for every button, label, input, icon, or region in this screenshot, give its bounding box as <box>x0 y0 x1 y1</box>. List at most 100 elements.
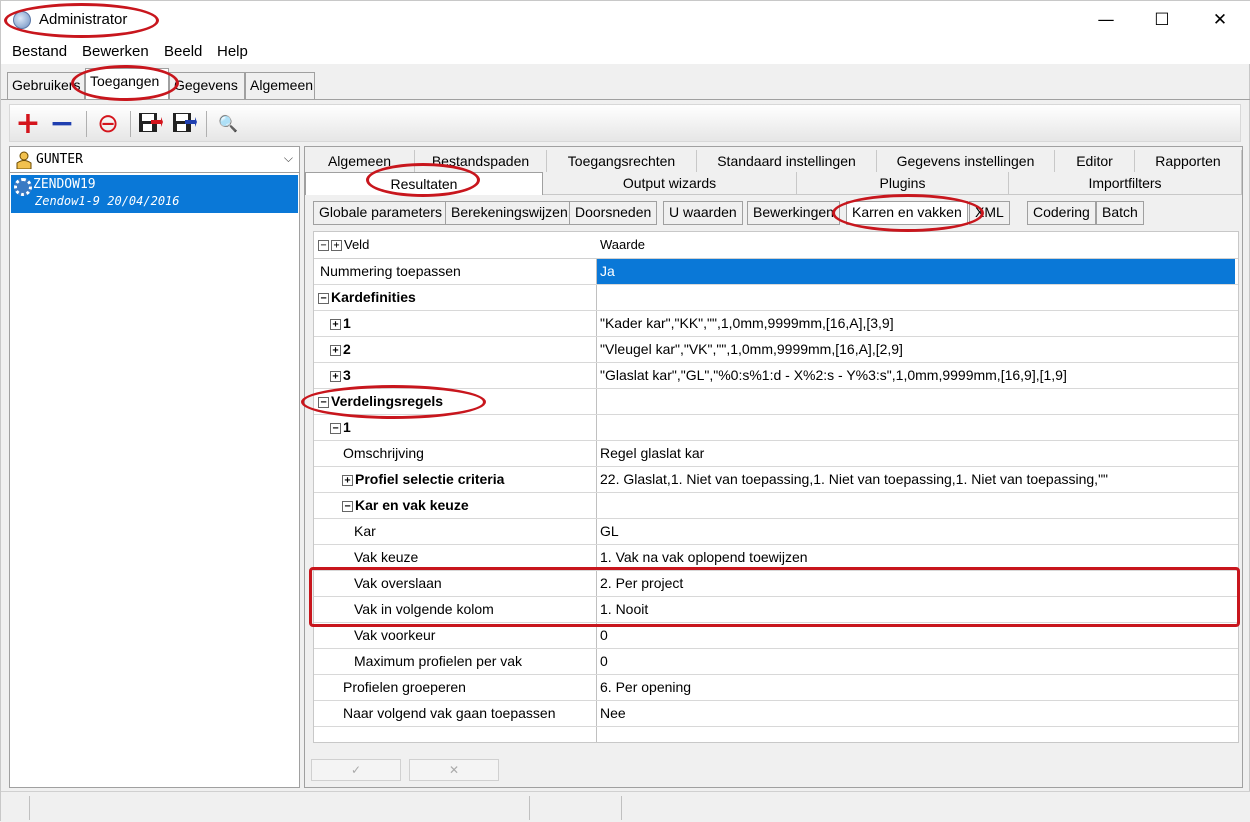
grid-row[interactable]: Profielen groeperen 6. Per opening <box>314 675 1238 701</box>
window-title: Administrator <box>39 11 128 28</box>
search-icon[interactable]: 🔍 <box>214 110 242 138</box>
subtab-doorsneden[interactable]: Doorsneden <box>569 201 658 225</box>
expand-icon[interactable]: + <box>330 344 341 356</box>
minimize-button[interactable]: — <box>1083 5 1129 35</box>
tab-resultaten[interactable]: Resultaten <box>305 172 543 195</box>
save-blue-icon[interactable] <box>170 110 198 138</box>
row-label: Nummering toepassen <box>320 263 461 279</box>
row-value[interactable]: "Vleugel kar","VK","",1,0mm,9999mm,[16,A… <box>600 337 1238 362</box>
tab-gebruikers[interactable]: Gebruikers <box>7 72 85 99</box>
menu-bestand[interactable]: Bestand <box>12 43 67 60</box>
tab-gegevens-instellingen[interactable]: Gegevens instellingen <box>877 150 1055 173</box>
menu-beeld[interactable]: Beeld <box>164 43 202 60</box>
row-value[interactable]: Nee <box>600 701 1238 726</box>
row-value[interactable]: "Kader kar","KK","",1,0mm,9999mm,[16,A],… <box>600 311 1238 336</box>
close-button[interactable]: ✕ <box>1197 5 1243 35</box>
grid-row[interactable]: Naar volgend vak gaan toepassen Nee <box>314 701 1238 727</box>
collapse-icon[interactable]: − <box>318 292 329 304</box>
grid-row[interactable]: Vak in volgende kolom 1. Nooit <box>314 597 1238 623</box>
tab-standaard-instellingen[interactable]: Standaard instellingen <box>697 150 877 173</box>
grid-row[interactable]: +1 "Kader kar","KK","",1,0mm,9999mm,[16,… <box>314 311 1238 337</box>
tab-importfilters[interactable]: Importfilters <box>1009 172 1242 195</box>
expand-icon[interactable]: + <box>342 474 353 486</box>
collapse-all-icon[interactable]: − <box>318 240 329 252</box>
row-label: Omschrijving <box>343 445 424 461</box>
row-value[interactable] <box>600 493 1238 518</box>
chevron-down-icon[interactable]: ⌵ <box>284 151 293 166</box>
tab-rapporten[interactable]: Rapporten <box>1135 150 1242 173</box>
tab-output-wizards[interactable]: Output wizards <box>543 172 797 195</box>
subtab-karren-en-vakken[interactable]: Karren en vakken <box>846 201 968 225</box>
tab-toegangsrechten[interactable]: Toegangsrechten <box>547 150 697 173</box>
row-value[interactable]: 6. Per opening <box>600 675 1238 700</box>
cancel-button[interactable]: ✕ <box>409 759 499 781</box>
menu-help[interactable]: Help <box>217 43 248 60</box>
row-value[interactable]: 22. Glaslat,1. Niet van toepassing,1. Ni… <box>600 467 1238 492</box>
grid-row[interactable]: − Verdelingsregels <box>314 389 1238 415</box>
collapse-icon[interactable]: − <box>342 500 353 512</box>
row-value[interactable]: "Glaslat kar","GL","%0:s%1:d - X%2:s - Y… <box>600 363 1238 388</box>
row-value[interactable]: 0 <box>600 623 1238 648</box>
grid-row[interactable]: − Kardefinities <box>314 285 1238 311</box>
property-grid: − + Veld Waarde Nummering toepassen Ja − Ka… <box>313 231 1239 743</box>
subtab-globale-parameters[interactable]: Globale parameters <box>313 201 448 225</box>
tab-algemeen[interactable]: Algemeen <box>245 72 315 99</box>
grid-row[interactable]: − Kar en vak keuze <box>314 493 1238 519</box>
subtab-codering[interactable]: Codering <box>1027 201 1096 225</box>
user-icon <box>16 151 32 169</box>
grid-row[interactable]: Vak voorkeur 0 <box>314 623 1238 649</box>
subtab-bewerkingen[interactable]: Bewerkingen <box>747 201 840 225</box>
row-value[interactable] <box>600 415 1238 440</box>
row-label: Naar volgend vak gaan toepassen <box>343 705 556 721</box>
expand-all-icon[interactable]: + <box>331 240 342 252</box>
tab-plugins[interactable]: Plugins <box>797 172 1009 195</box>
row-value[interactable] <box>600 389 1238 414</box>
grid-row[interactable]: Vak overslaan 2. Per project <box>314 571 1238 597</box>
tab-bestandspaden[interactable]: Bestandspaden <box>415 150 547 173</box>
row-value[interactable]: 2. Per project <box>600 571 1238 596</box>
grid-row[interactable]: Kar GL <box>314 519 1238 545</box>
subtab-u-waarden[interactable]: U waarden <box>663 201 743 225</box>
collapse-icon[interactable]: − <box>330 422 341 434</box>
tab-algemeen-settings[interactable]: Algemeen <box>305 150 415 173</box>
status-bar <box>1 791 1250 822</box>
grid-row[interactable]: Maximum profielen per vak 0 <box>314 649 1238 675</box>
grid-row[interactable]: −1 <box>314 415 1238 441</box>
expand-icon[interactable]: + <box>330 370 341 382</box>
ok-button[interactable]: ✓ <box>311 759 401 781</box>
save-red-icon[interactable] <box>136 110 164 138</box>
row-label: Vak in volgende kolom <box>354 601 494 617</box>
tree-item-selected[interactable]: ZENDOW19 Zendow1-9 20/04/2016 <box>11 175 298 213</box>
subtab-berekeningswijzen[interactable]: Berekeningswijzen <box>445 201 574 225</box>
remove-icon[interactable]: − <box>48 109 76 139</box>
grid-row[interactable]: Nummering toepassen Ja <box>314 259 1238 285</box>
row-label: Maximum profielen per vak <box>354 653 523 669</box>
user-select[interactable]: GUNTER ⌵ <box>10 147 299 173</box>
grid-row[interactable]: + Profiel selectie criteria 22. Glaslat,1… <box>314 467 1238 493</box>
grid-row[interactable]: Vak keuze 1. Vak na vak oplopend toewijz… <box>314 545 1238 571</box>
grid-row[interactable]: +3 "Glaslat kar","GL","%0:s%1:d - X%2:s … <box>314 363 1238 389</box>
row-label: Vak overslaan <box>354 575 442 591</box>
row-value[interactable]: GL <box>600 519 1238 544</box>
tab-gegevens[interactable]: Gegevens <box>169 72 245 99</box>
row-value[interactable]: 0 <box>600 649 1238 674</box>
maximize-button[interactable]: ☐ <box>1139 5 1185 35</box>
subtab-batch[interactable]: Batch <box>1096 201 1144 225</box>
add-icon[interactable]: + <box>14 109 42 139</box>
row-value[interactable]: 1. Nooit <box>600 597 1238 622</box>
row-value[interactable]: Ja <box>597 259 1235 284</box>
grid-row[interactable]: +2 "Vleugel kar","VK","",1,0mm,9999mm,[1… <box>314 337 1238 363</box>
tab-toegangen[interactable]: Toegangen <box>85 68 169 99</box>
stop-icon[interactable]: ⊖ <box>94 110 122 138</box>
collapse-icon[interactable]: − <box>318 396 329 408</box>
row-value[interactable]: Regel glaslat kar <box>600 441 1238 466</box>
expand-icon[interactable]: + <box>330 318 341 330</box>
row-label: Verdelingsregels <box>331 393 444 409</box>
toolbar-separator <box>206 111 207 137</box>
grid-row[interactable]: Omschrijving Regel glaslat kar <box>314 441 1238 467</box>
row-value[interactable]: 1. Vak na vak oplopend toewijzen <box>600 545 1238 570</box>
row-value[interactable] <box>600 285 1238 310</box>
menu-bewerken[interactable]: Bewerken <box>82 43 149 60</box>
tab-editor[interactable]: Editor <box>1055 150 1135 173</box>
subtab-xml[interactable]: XML <box>969 201 1010 225</box>
